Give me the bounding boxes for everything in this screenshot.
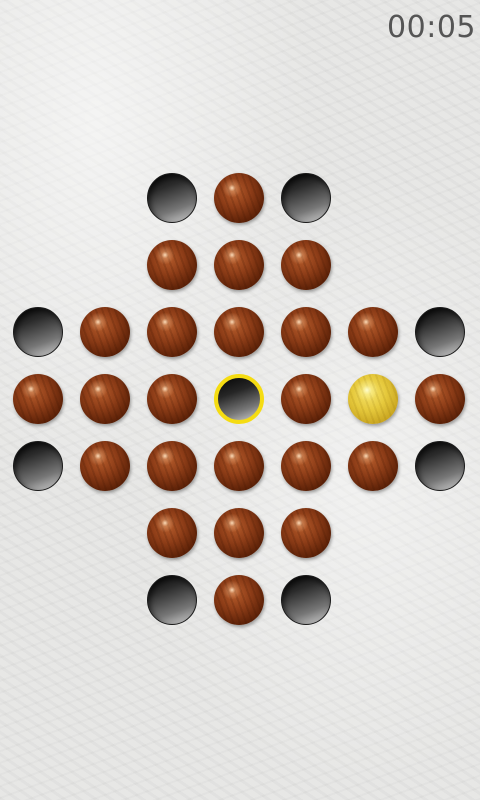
empty-hole-r3c1[interactable] — [13, 307, 63, 357]
peg-r3c6[interactable] — [348, 307, 398, 357]
peg-r4c3[interactable] — [147, 374, 197, 424]
peg-r5c2[interactable] — [80, 441, 130, 491]
peg-r3c3[interactable] — [147, 307, 197, 357]
peg-r4c7[interactable] — [415, 374, 465, 424]
peg-r3c4[interactable] — [214, 307, 264, 357]
peg-r4c1[interactable] — [13, 374, 63, 424]
peg-r3c2[interactable] — [80, 307, 130, 357]
empty-hole-r5c1[interactable] — [13, 441, 63, 491]
peg-r2c3[interactable] — [147, 240, 197, 290]
empty-hole-r1c3[interactable] — [147, 173, 197, 223]
peg-r6c3[interactable] — [147, 508, 197, 558]
peg-r5c6[interactable] — [348, 441, 398, 491]
peg-r5c5[interactable] — [281, 441, 331, 491]
peg-r2c4[interactable] — [214, 240, 264, 290]
empty-hole-r7c3[interactable] — [147, 575, 197, 625]
empty-hole-r1c5[interactable] — [281, 173, 331, 223]
empty-hole-r5c7[interactable] — [415, 441, 465, 491]
peg-r3c5[interactable] — [281, 307, 331, 357]
peg-r1c4[interactable] — [214, 173, 264, 223]
peg-r4c5[interactable] — [281, 374, 331, 424]
peg-r4c2[interactable] — [80, 374, 130, 424]
peg-r7c4[interactable] — [214, 575, 264, 625]
empty-hole-r7c5[interactable] — [281, 575, 331, 625]
peg-r6c4[interactable] — [214, 508, 264, 558]
peg-r6c5[interactable] — [281, 508, 331, 558]
target-hole-r4c4[interactable] — [214, 374, 264, 424]
peg-r2c5[interactable] — [281, 240, 331, 290]
peg-solitaire-board — [0, 0, 480, 800]
peg-r5c3[interactable] — [147, 441, 197, 491]
empty-hole-r3c7[interactable] — [415, 307, 465, 357]
selected-peg-r4c6[interactable] — [348, 374, 398, 424]
peg-r5c4[interactable] — [214, 441, 264, 491]
